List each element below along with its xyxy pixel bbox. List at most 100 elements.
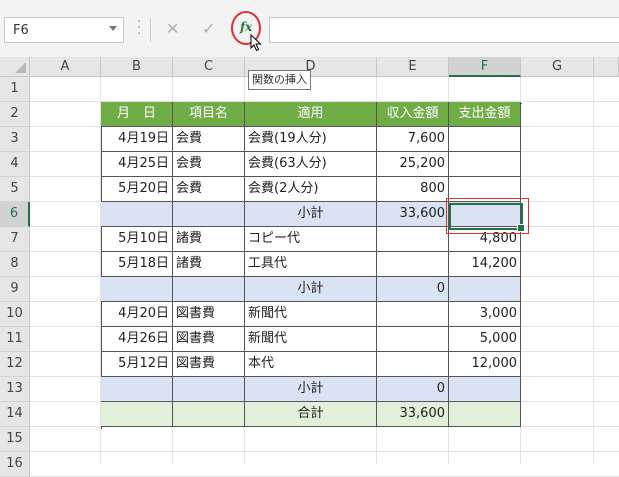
total-cell[interactable] — [101, 402, 173, 427]
row-header-14[interactable]: 14 — [0, 402, 30, 427]
subtotal-cell[interactable]: 小計 — [245, 202, 377, 227]
subtotal-cell[interactable] — [101, 377, 173, 402]
cancel-icon[interactable]: ✕ — [166, 19, 179, 38]
table-cell[interactable]: 25,200 — [377, 152, 449, 177]
table-cell[interactable]: 会費(19人分) — [245, 127, 377, 152]
select-all-icon — [15, 62, 26, 73]
name-box-value: F6 — [13, 23, 29, 38]
insert-function-icon[interactable]: fx — [240, 20, 252, 34]
table-cell[interactable]: 工具代 — [245, 252, 377, 277]
row-header-9[interactable]: 9 — [0, 277, 30, 302]
table-cell[interactable]: 12,000 — [449, 352, 521, 377]
row-header-4[interactable]: 4 — [0, 152, 30, 177]
gridline — [593, 77, 594, 464]
subtotal-cell[interactable]: 小計 — [245, 277, 377, 302]
table-cell[interactable] — [449, 127, 521, 152]
table-cell[interactable] — [377, 352, 449, 377]
table-cell[interactable]: 800 — [377, 177, 449, 202]
row-header-2[interactable]: 2 — [0, 102, 30, 127]
table-cell[interactable]: 14,200 — [449, 252, 521, 277]
subtotal-cell[interactable]: 33,600 — [377, 202, 449, 227]
table-cell[interactable] — [377, 252, 449, 277]
subtotal-cell[interactable] — [101, 202, 173, 227]
table-cell[interactable]: 諸費 — [173, 252, 245, 277]
subtotal-cell[interactable] — [101, 277, 173, 302]
column-header-c[interactable]: C — [173, 57, 245, 77]
subtotal-cell[interactable]: 0 — [377, 377, 449, 402]
spreadsheet-grid[interactable]: A B C D E F G 1 2 3 4 5 6 7 8 9 10 11 12 13 14 15 16 月 日項目名 適用 収入… — [0, 57, 619, 477]
column-header-filler — [594, 57, 619, 77]
total-cell[interactable] — [449, 402, 521, 427]
formula-input[interactable] — [269, 17, 619, 43]
table-cell[interactable]: 会費 — [173, 127, 245, 152]
column-header-b[interactable]: B — [101, 57, 173, 77]
table-cell[interactable]: 図書費 — [173, 302, 245, 327]
row-header-6[interactable]: 6 — [0, 202, 30, 227]
table-cell[interactable] — [449, 152, 521, 177]
row-header-1[interactable]: 1 — [0, 77, 30, 102]
table-cell[interactable]: 5月20日 — [101, 177, 173, 202]
table-cell[interactable]: 5月18日 — [101, 252, 173, 277]
column-header-e[interactable]: E — [377, 57, 449, 77]
subtotal-cell[interactable] — [449, 277, 521, 302]
table-header-cell[interactable]: 項目名 — [173, 102, 245, 127]
select-all-corner[interactable] — [0, 57, 30, 77]
table-cell[interactable]: 会費 — [173, 152, 245, 177]
table-cell[interactable] — [377, 302, 449, 327]
insert-function-tooltip: 関数の挿入 — [248, 70, 311, 90]
table-cell[interactable]: 3,000 — [449, 302, 521, 327]
table-cell[interactable] — [377, 227, 449, 252]
table-cell[interactable]: 諸費 — [173, 227, 245, 252]
table-cell[interactable]: 会費(63人分) — [245, 152, 377, 177]
total-cell[interactable]: 33,600 — [377, 402, 449, 427]
subtotal-cell[interactable] — [449, 377, 521, 402]
row-header-5[interactable]: 5 — [0, 177, 30, 202]
formula-bar: F6 · · · ✕ ✓ fx — [0, 0, 619, 57]
table-header-cell[interactable]: 収入金額 — [377, 102, 449, 127]
table-cell[interactable]: 図書費 — [173, 352, 245, 377]
column-header-f[interactable]: F — [449, 57, 521, 77]
table-cell[interactable]: 4月19日 — [101, 127, 173, 152]
table-cell[interactable]: 新聞代 — [245, 302, 377, 327]
row-header-10[interactable]: 10 — [0, 302, 30, 327]
table-cell[interactable]: 本代 — [245, 352, 377, 377]
enter-icon[interactable]: ✓ — [202, 19, 215, 38]
row-header-16[interactable]: 16 — [0, 452, 30, 477]
name-box[interactable]: F6 — [4, 17, 124, 43]
column-header-a[interactable]: A — [30, 57, 101, 77]
subtotal-cell[interactable] — [173, 377, 245, 402]
table-header-cell[interactable]: 適用 — [245, 102, 377, 127]
total-cell[interactable]: 合計 — [245, 402, 377, 427]
column-header-g[interactable]: G — [521, 57, 594, 77]
table-cell[interactable]: 5月12日 — [101, 352, 173, 377]
row-header-13[interactable]: 13 — [0, 377, 30, 402]
subtotal-cell[interactable] — [173, 202, 245, 227]
table-header-cell[interactable]: 月 日 — [101, 102, 173, 127]
row-header-11[interactable]: 11 — [0, 327, 30, 352]
row-header-3[interactable]: 3 — [0, 127, 30, 152]
row-header-7[interactable]: 7 — [0, 227, 30, 252]
row-header-8[interactable]: 8 — [0, 252, 30, 277]
table-cell[interactable]: 図書費 — [173, 327, 245, 352]
table-cell[interactable]: 4月25日 — [101, 152, 173, 177]
table-cell[interactable]: 4月26日 — [101, 327, 173, 352]
table-header-cell[interactable]: 支出金額 — [449, 102, 521, 127]
table-cell[interactable]: 会費 — [173, 177, 245, 202]
table-cell[interactable]: 5月10日 — [101, 227, 173, 252]
table-cell[interactable]: 5,000 — [449, 327, 521, 352]
subtotal-cell[interactable] — [173, 277, 245, 302]
table-cell[interactable]: 新聞代 — [245, 327, 377, 352]
more-options-icon: · · · — [137, 15, 142, 42]
table-cell[interactable] — [377, 327, 449, 352]
row-header-15[interactable]: 15 — [0, 427, 30, 452]
subtotal-cell[interactable]: 0 — [377, 277, 449, 302]
table-cell[interactable]: コピー代 — [245, 227, 377, 252]
mouse-cursor-icon — [250, 34, 262, 52]
table-cell[interactable]: 4月20日 — [101, 302, 173, 327]
table-cell[interactable]: 7,600 — [377, 127, 449, 152]
chevron-down-icon[interactable] — [109, 26, 117, 31]
total-cell[interactable] — [173, 402, 245, 427]
table-cell[interactable]: 会費(2人分) — [245, 177, 377, 202]
row-header-12[interactable]: 12 — [0, 352, 30, 377]
subtotal-cell[interactable]: 小計 — [245, 377, 377, 402]
